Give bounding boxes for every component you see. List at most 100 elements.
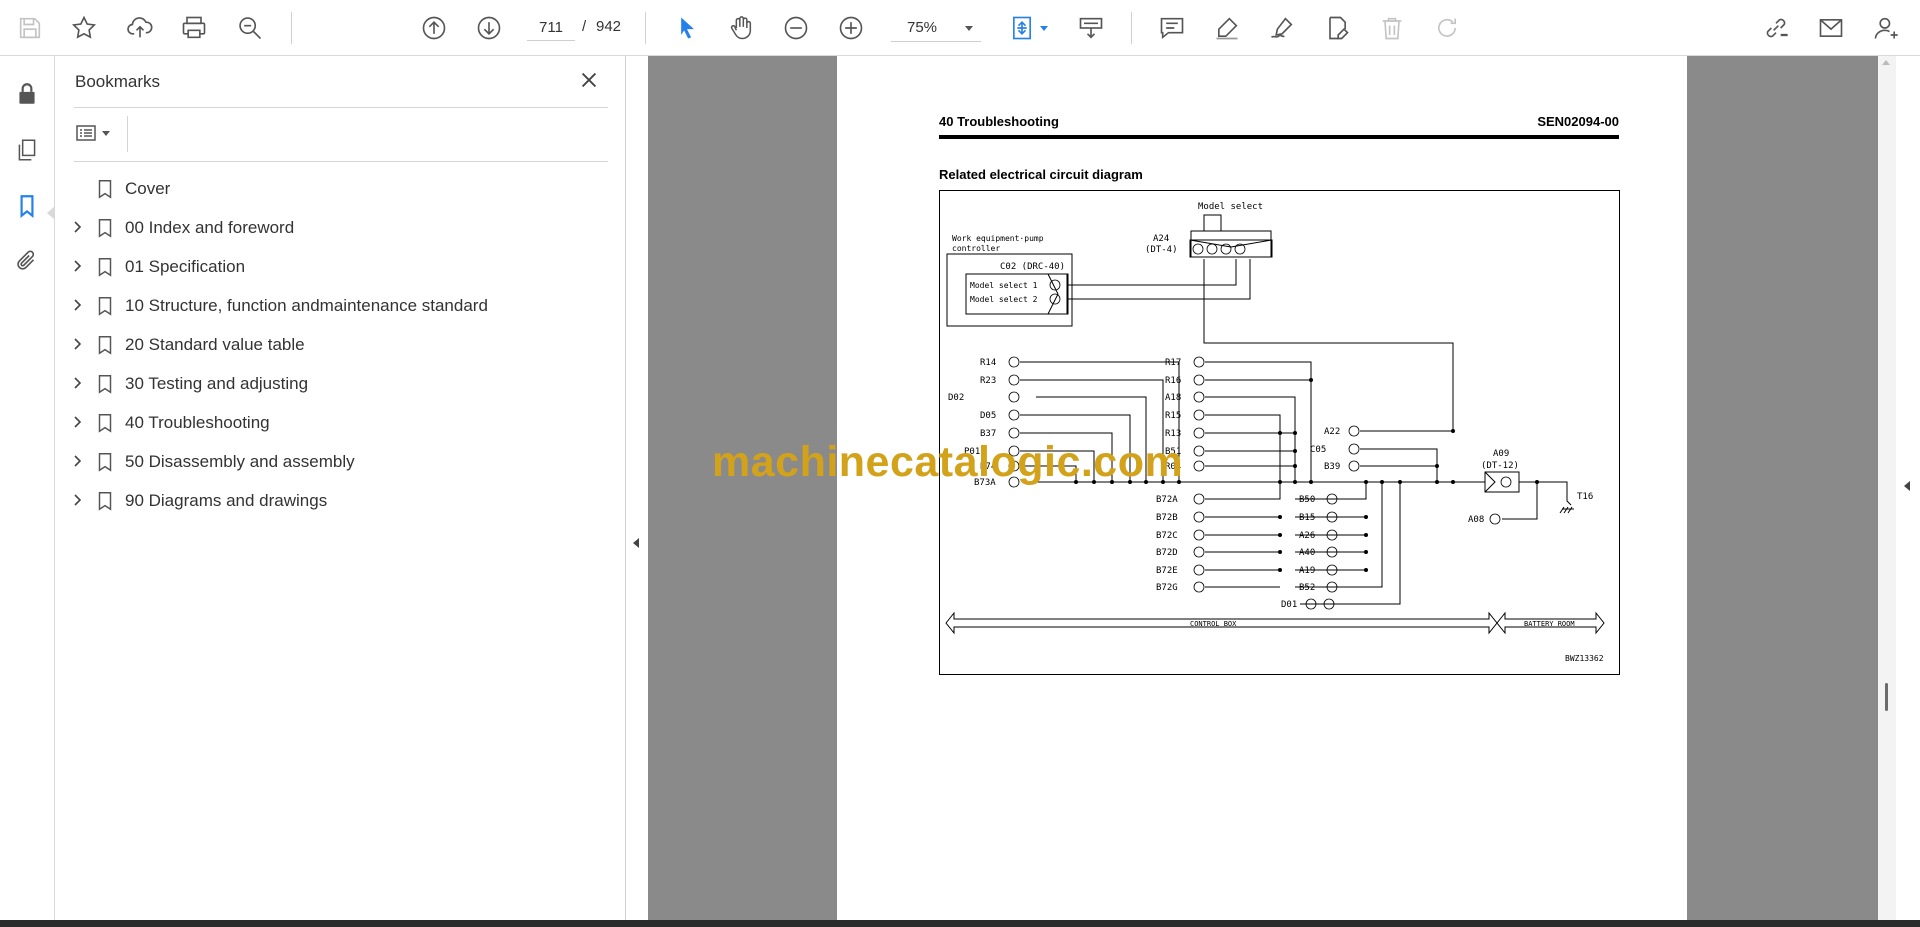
diagram-label: Work equipment·pump [952, 234, 1044, 243]
comment-icon[interactable] [1154, 10, 1190, 46]
upload-icon[interactable] [122, 10, 158, 46]
previous-page-icon[interactable] [416, 10, 452, 46]
toolbar-separator [1131, 12, 1132, 44]
delete-icon[interactable] [1374, 10, 1410, 46]
page-number-input[interactable] [527, 15, 575, 41]
panel-collapse-handle[interactable] [626, 56, 648, 920]
diagram-label: (DT-4) [1145, 245, 1178, 255]
account-icon[interactable] [1868, 10, 1904, 46]
page-total: 942 [596, 18, 622, 35]
diagram-label: C02 (DRC-40) [1000, 262, 1065, 272]
bookmark-item[interactable]: 01 Specification [56, 247, 626, 286]
connector-label: A22 [1324, 427, 1340, 437]
diagram-label: A08 [1468, 515, 1484, 525]
chevron-down-icon[interactable] [1040, 26, 1048, 31]
scroll-mode-icon[interactable] [1073, 10, 1109, 46]
vertical-scrollbar[interactable] [1878, 56, 1896, 920]
page-separator: / [582, 18, 587, 35]
select-arrow-icon[interactable] [669, 10, 705, 46]
bookmark-item[interactable]: 90 Diagrams and drawings [56, 481, 626, 520]
connector-label: D01 [1281, 600, 1297, 610]
page-thumbnails-icon[interactable] [9, 132, 45, 168]
chevron-right-icon[interactable] [71, 298, 85, 312]
bookmark-item[interactable]: 00 Index and foreword [56, 208, 626, 247]
navigation-rail [0, 56, 55, 920]
bookmark-icon [98, 375, 112, 394]
bookmark-icon [98, 492, 112, 511]
highlight-icon[interactable] [1209, 10, 1245, 46]
page-header-title: 40 Troubleshooting [939, 114, 1059, 129]
chevron-right-icon[interactable] [71, 454, 85, 468]
scroll-thumb[interactable] [1885, 683, 1888, 711]
bookmarks-icon[interactable] [9, 188, 45, 224]
chevron-right-icon[interactable] [71, 259, 85, 273]
fit-page-icon[interactable] [1004, 10, 1040, 46]
bookmark-item[interactable]: 30 Testing and adjusting [56, 364, 626, 403]
collapse-left-icon[interactable] [633, 538, 639, 548]
diagram-label: BATTERY ROOM [1524, 620, 1575, 628]
bookmark-icon [98, 297, 112, 316]
chevron-down-icon [102, 130, 110, 136]
share-link-icon[interactable] [1758, 10, 1794, 46]
next-page-icon[interactable] [471, 10, 507, 46]
connector-label: B15 [1299, 513, 1315, 523]
bookmark-item[interactable]: 50 Disassembly and assembly [56, 442, 626, 481]
diagram-label: A24 [1153, 234, 1169, 244]
bookmarks-panel: Bookmarks Cover 00 Index and foreword 01… [56, 56, 626, 920]
bookmark-options-button[interactable] [74, 118, 120, 148]
section-title: Related electrical circuit diagram [939, 167, 1143, 182]
zoom-out-icon[interactable] [778, 10, 814, 46]
expand-right-panel-icon[interactable] [1904, 481, 1910, 491]
right-panel-handle[interactable] [1896, 56, 1920, 920]
bookmark-icon [98, 336, 112, 355]
bookmark-star-icon[interactable] [66, 10, 102, 46]
attachments-icon[interactable] [9, 244, 45, 280]
pdf-viewer: / 942 75% [0, 0, 1920, 927]
taskbar-edge [0, 920, 1920, 927]
bookmark-label: 90 Diagrams and drawings [125, 491, 328, 510]
find-zoom-icon[interactable] [232, 10, 268, 46]
connector-label: A40 [1299, 548, 1315, 558]
document-viewport[interactable]: 40 Troubleshooting SEN02094-00 Related e… [648, 56, 1878, 920]
scroll-up-icon[interactable] [1882, 60, 1890, 65]
chevron-right-icon[interactable] [71, 337, 85, 351]
sign-icon[interactable] [1264, 10, 1300, 46]
bookmark-label: Cover [125, 179, 171, 198]
diagram-label: A09 [1493, 449, 1509, 459]
connector-label: B72C [1156, 531, 1178, 541]
bookmark-item[interactable]: Cover [56, 169, 626, 208]
redo-icon[interactable] [1429, 10, 1465, 46]
divider [127, 116, 128, 152]
toolbar-separator [291, 12, 292, 44]
bookmark-item[interactable]: 20 Standard value table [56, 325, 626, 364]
toolbar-separator [645, 12, 646, 44]
bookmark-label: 30 Testing and adjusting [125, 374, 309, 393]
bookmark-label: 20 Standard value table [125, 335, 305, 354]
pdf-page: 40 Troubleshooting SEN02094-00 Related e… [837, 56, 1687, 920]
close-icon [581, 72, 597, 88]
zoom-in-icon[interactable] [833, 10, 869, 46]
bookmark-label: 10 Structure, function andmaintenance st… [125, 296, 488, 315]
email-icon[interactable] [1813, 10, 1849, 46]
connector-label: B72G [1156, 583, 1178, 593]
close-panel-button[interactable] [575, 66, 603, 94]
chevron-right-icon[interactable] [71, 493, 85, 507]
chevron-down-icon [965, 26, 973, 31]
save-icon[interactable] [12, 10, 48, 46]
connector-label: R16 [1165, 376, 1181, 386]
chevron-right-icon[interactable] [71, 376, 85, 390]
zoom-select[interactable]: 75% [891, 14, 981, 42]
diagram-label: (DT-12) [1481, 461, 1519, 471]
fill-sign-icon[interactable] [1319, 10, 1355, 46]
chevron-right-icon[interactable] [71, 415, 85, 429]
connector-label: A19 [1299, 566, 1315, 576]
print-icon[interactable] [176, 10, 212, 46]
diagram-label: Model select 2 [970, 295, 1038, 304]
chevron-right-icon[interactable] [71, 220, 85, 234]
bookmark-icon [98, 258, 112, 277]
lock-icon[interactable] [9, 76, 45, 112]
bookmark-item[interactable]: 40 Troubleshooting [56, 403, 626, 442]
bookmark-item[interactable]: 10 Structure, function andmaintenance st… [56, 286, 626, 325]
hand-tool-icon[interactable] [723, 10, 759, 46]
connector-label: A26 [1299, 531, 1315, 541]
